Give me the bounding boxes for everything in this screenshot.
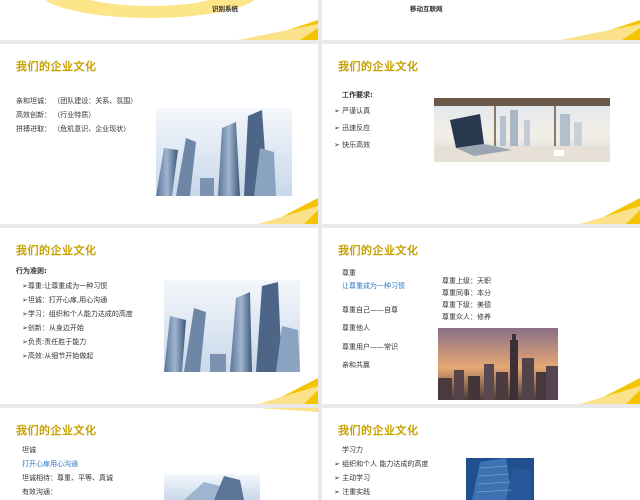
list-item: ➢ 主动学习 — [334, 474, 371, 482]
arrow-bullet-icon: ➢ — [334, 107, 343, 115]
list-item: 尊重自己——自尊 — [342, 306, 398, 314]
slide-title: 我们的企业文化 — [338, 424, 419, 437]
arrow-bullet-icon: ➢ — [334, 124, 343, 132]
topic-subtitle: 让尊重成为一种习惯 — [342, 282, 405, 290]
yellow-corner-decoration — [580, 378, 640, 404]
slide-culture-3[interactable]: 我们的企业文化 行为准则: ➢尊重:让尊重成为一种习惯 ➢坦诚：打开心扉,用心沟… — [0, 228, 318, 404]
list-item: ➢尊重:让尊重成为一种习惯 — [22, 282, 108, 290]
list-item: 尊重用户——常识 — [342, 343, 398, 351]
slide-title: 我们的企业文化 — [338, 244, 419, 257]
slide-culture-5[interactable]: 我们的企业文化 坦诚 打开心扉用心沟通 坦诚相待：尊重、平等、真诚 有效沟通： — [0, 408, 318, 500]
yellow-corner-decoration — [258, 198, 318, 224]
yellow-corner-decoration — [560, 20, 640, 40]
city-dusk-photo — [438, 328, 558, 400]
caption: 识别系统 — [212, 5, 238, 13]
list-item: 尊重众人：修养 — [442, 313, 491, 321]
list-item: ➢创新：从身边开始 — [22, 324, 84, 332]
slide-culture-2[interactable]: 我们的企业文化 工作要求: ➢ 严谨认真 ➢ 迅速反应 ➢ 快乐高效 — [322, 44, 640, 224]
skyscraper-photo — [164, 280, 300, 372]
skyscraper-photo — [164, 474, 260, 500]
culture-line: 高效创新： （行业特质） — [16, 111, 96, 119]
caption: 移动互联网 — [410, 5, 443, 13]
list-item: ➢学习：组织和个人能力达成的高度 — [22, 310, 133, 318]
yellow-corner-decoration — [258, 378, 318, 404]
slide-top-left[interactable]: 识别系统 — [0, 0, 318, 40]
list-item: ➢ 严谨认真 — [334, 107, 371, 115]
list-item: 尊重上级：天职 — [442, 277, 491, 285]
slide-title: 我们的企业文化 — [16, 244, 97, 257]
slide-culture-6[interactable]: 我们的企业文化 学习力 ➢ 组织和个人 能力达成的高度 ➢ 主动学习 ➢ 注重实… — [322, 408, 640, 500]
list-item: 坦诚相待：尊重、平等、真诚 — [22, 474, 113, 482]
slide-culture-4[interactable]: 我们的企业文化 尊重 让尊重成为一种习惯 尊重自己——自尊 尊重他人 尊重用户—… — [322, 228, 640, 404]
skyscraper-photo — [156, 108, 292, 196]
list-item: ➢ 组织和个人 能力达成的高度 — [334, 460, 429, 468]
office-laptop-photo — [434, 98, 610, 162]
list-item: ➢ 注重实践 — [334, 488, 371, 496]
list-item: ➢ 快乐高效 — [334, 141, 371, 149]
list-item: ➢高效:从细节开始做起 — [22, 352, 94, 360]
slide-top-right[interactable]: 移动互联网 — [322, 0, 640, 40]
topic-subtitle: 打开心扉用心沟通 — [22, 460, 78, 468]
list-item: 尊重下级：美德 — [442, 301, 491, 309]
yellow-swoosh-decoration — [45, 0, 318, 40]
list-item: 亲和共赢 — [342, 361, 370, 369]
topic-label: 尊重 — [342, 269, 356, 277]
list-item: ➢ 迅速反应 — [334, 124, 371, 132]
slide-title: 我们的企业文化 — [338, 60, 419, 73]
list-item: 尊重同事：本分 — [442, 289, 491, 297]
topic-label: 坦诚 — [22, 446, 36, 454]
arrow-bullet-icon: ➢ — [334, 460, 343, 468]
list-item: ➢负责:责任胜于能力 — [22, 338, 87, 346]
section-heading: 行为准则: — [16, 267, 47, 275]
slide-title: 我们的企业文化 — [16, 60, 97, 73]
skyscraper-photo — [466, 458, 534, 500]
arrow-bullet-icon: ➢ — [334, 488, 343, 496]
culture-line: 拼搏进取： （危机意识、企业现状） — [16, 125, 131, 133]
list-item: ➢坦诚：打开心扉,用心沟通 — [22, 296, 108, 304]
list-item: 有效沟通： — [22, 488, 57, 496]
culture-line: 亲和坦诚： （团队建设：关系、氛围） — [16, 97, 138, 105]
list-item: 尊重他人 — [342, 324, 370, 332]
section-heading: 学习力 — [342, 446, 363, 454]
slide-title: 我们的企业文化 — [16, 424, 97, 437]
arrow-bullet-icon: ➢ — [334, 474, 343, 482]
slide-culture-1[interactable]: 我们的企业文化 亲和坦诚： （团队建设：关系、氛围） 高效创新： （行业特质） … — [0, 44, 318, 224]
yellow-corner-decoration — [580, 198, 640, 224]
section-heading: 工作要求: — [342, 91, 373, 99]
arrow-bullet-icon: ➢ — [334, 141, 343, 149]
